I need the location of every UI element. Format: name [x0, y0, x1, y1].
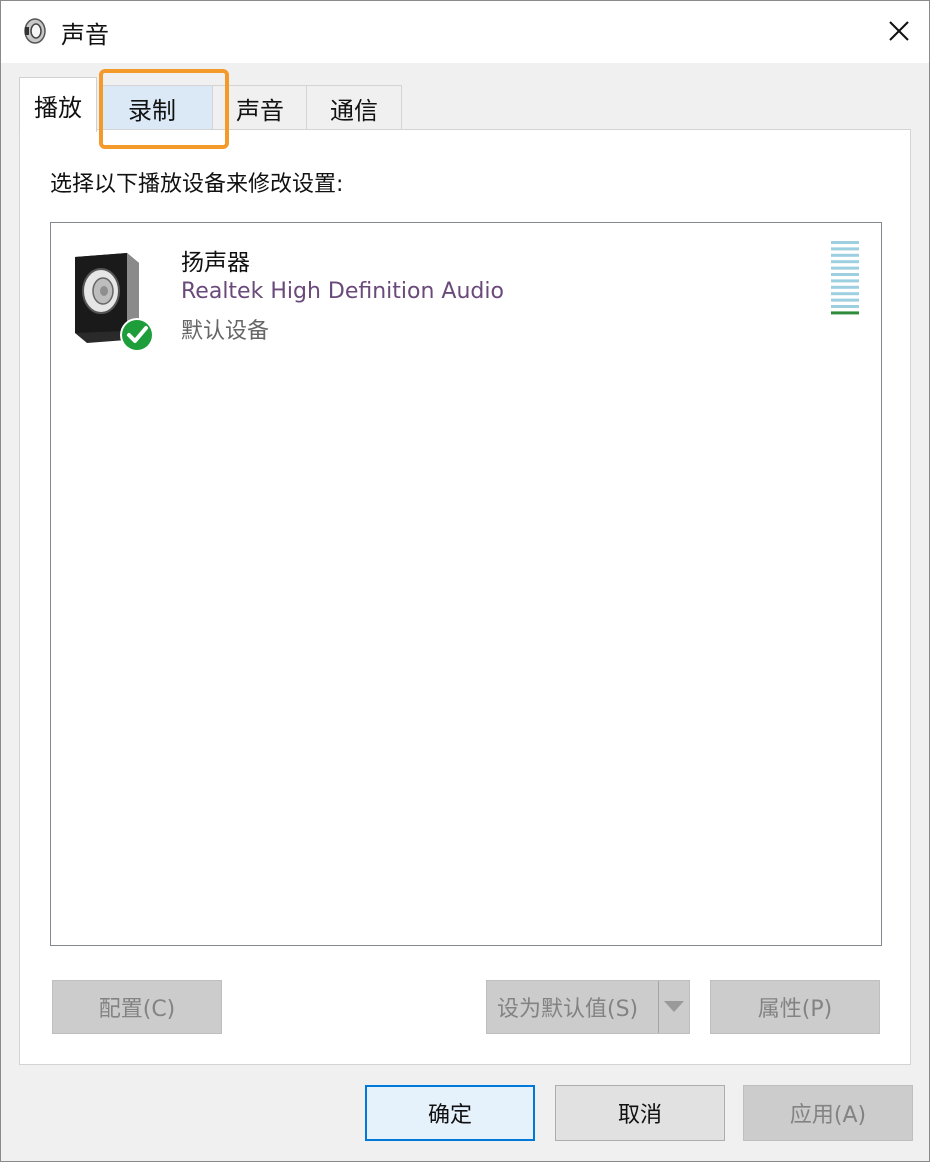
- playback-tab-panel: 选择以下播放设备来修改设置: 扬声器 Realtek High Definiti…: [19, 129, 911, 1065]
- tab-sounds[interactable]: 声音: [212, 85, 308, 130]
- check-icon: [120, 318, 154, 352]
- window-title: 声音: [61, 21, 109, 49]
- tab-label: 播放: [34, 93, 82, 122]
- device-status: 默认设备: [181, 319, 270, 344]
- close-icon: [889, 21, 909, 41]
- tab-playback[interactable]: 播放: [19, 77, 97, 132]
- instruction-text: 选择以下播放设备来修改设置:: [50, 172, 344, 197]
- level-bar: [831, 247, 859, 251]
- level-bar: [831, 260, 859, 264]
- level-bar: [831, 266, 859, 270]
- ok-button[interactable]: 确定: [365, 1085, 535, 1141]
- level-bar: [831, 273, 859, 276]
- speaker-icon: [24, 18, 46, 44]
- level-bar: [831, 298, 859, 302]
- cancel-button[interactable]: 取消: [555, 1085, 725, 1141]
- level-bar: [831, 253, 859, 257]
- set-default-button-label: 设为默认值(S): [497, 997, 639, 1022]
- chevron-down-icon: [664, 1001, 684, 1012]
- dialog-client: 播放 录制 声音 通信 选择以下播放设备来修改设置: 扬声器 Realtek H…: [1, 63, 929, 1161]
- cancel-button-label: 取消: [617, 1103, 662, 1128]
- level-bar: [831, 241, 859, 244]
- configure-button-label: 配置(C): [98, 997, 176, 1022]
- tab-label: 通信: [330, 96, 378, 125]
- ok-button-label: 确定: [427, 1103, 472, 1128]
- level-bar: [831, 305, 859, 308]
- tab-recording[interactable]: 录制: [101, 85, 215, 130]
- device-driver: Realtek High Definition Audio: [181, 279, 504, 304]
- tab-label: 录制: [128, 96, 176, 125]
- close-button[interactable]: [869, 1, 929, 61]
- apply-button[interactable]: 应用(A): [743, 1085, 913, 1141]
- device-list[interactable]: 扬声器 Realtek High Definition Audio 默认设备: [50, 222, 882, 946]
- set-default-button[interactable]: 设为默认值(S): [486, 980, 690, 1034]
- tab-label: 声音: [236, 96, 284, 125]
- volume-level-meter: [831, 241, 859, 315]
- set-default-dropdown[interactable]: [658, 981, 689, 1033]
- level-bar: [831, 292, 859, 296]
- tab-communications[interactable]: 通信: [306, 85, 402, 130]
- title-bar: 声音: [1, 1, 929, 63]
- level-bar: [831, 279, 859, 283]
- sound-dialog: 声音 播放 录制 声音 通信 选择以下播放设备来修改设置: 扬声器 Realte…: [0, 0, 930, 1162]
- properties-button-label: 属性(P): [757, 997, 833, 1022]
- level-bar: [831, 311, 859, 315]
- list-item[interactable]: 扬声器 Realtek High Definition Audio 默认设备: [51, 223, 879, 352]
- apply-button-label: 应用(A): [789, 1103, 867, 1128]
- properties-button[interactable]: 属性(P): [710, 980, 880, 1034]
- speaker-device-icon: [75, 253, 154, 352]
- device-name: 扬声器: [181, 250, 250, 276]
- level-bar: [831, 285, 859, 289]
- configure-button[interactable]: 配置(C): [52, 980, 222, 1034]
